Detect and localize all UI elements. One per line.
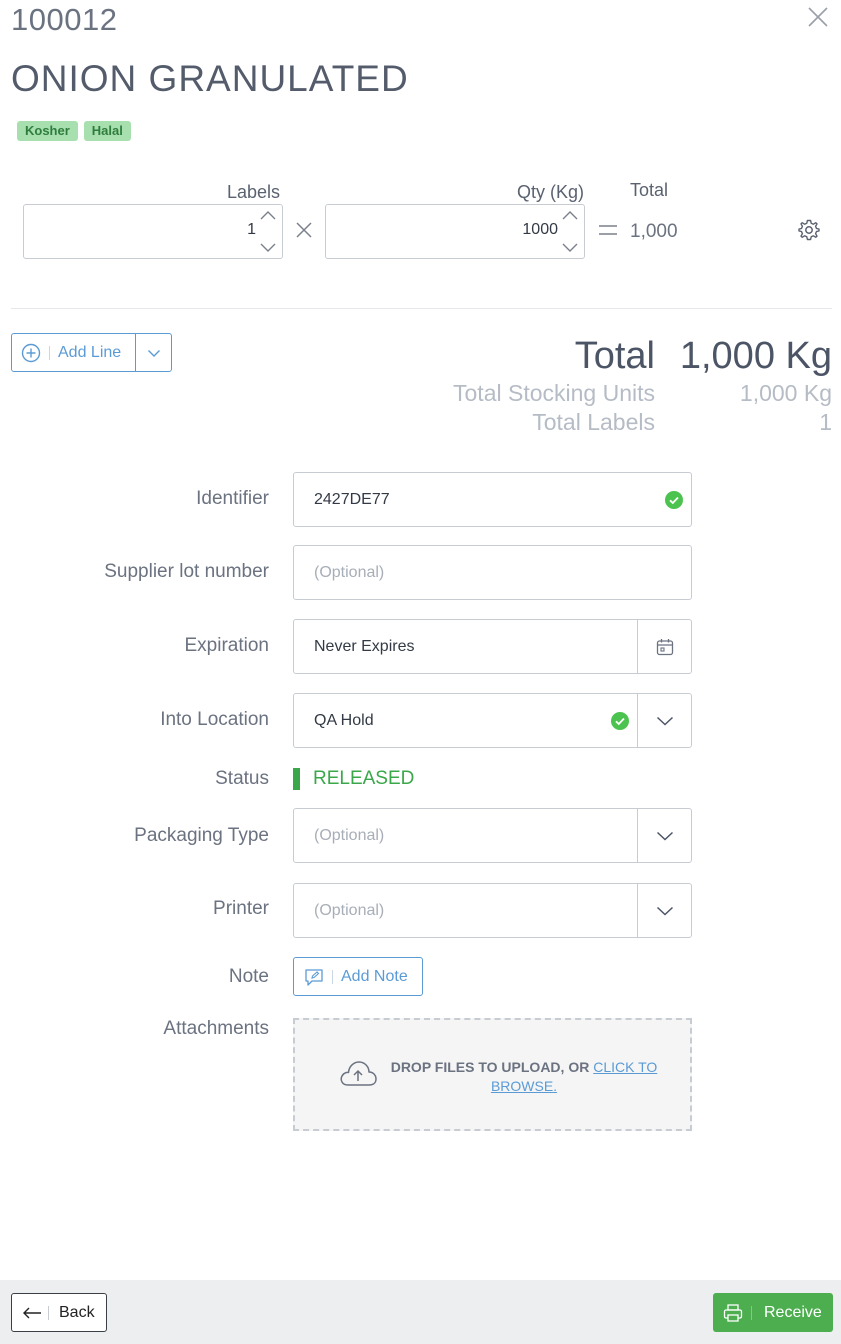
gear-icon[interactable] [797, 218, 821, 242]
back-button[interactable]: Back [11, 1293, 107, 1332]
tag-halal: Halal [83, 121, 131, 141]
into-location-dropdown-toggle[interactable] [637, 694, 691, 747]
decrement-icon[interactable] [561, 242, 579, 254]
printer-icon [723, 1303, 743, 1322]
tag-list: Kosher Halal [17, 121, 131, 141]
chevron-down-icon [656, 716, 673, 726]
check-circle-icon [611, 711, 629, 730]
identifier-value[interactable]: 2427DE77 [294, 491, 665, 509]
plus-circle-icon [21, 343, 41, 362]
identifier-label: Identifier [196, 488, 269, 509]
note-label: Note [228, 966, 269, 987]
status-indicator [293, 768, 300, 790]
divider [11, 308, 832, 309]
printer-label: Printer [213, 898, 269, 919]
cloud-upload-icon [340, 1061, 377, 1086]
note-edit-icon [305, 968, 323, 986]
attachments-label: Attachments [163, 1018, 269, 1039]
item-name: ONION GRANULATED [11, 58, 409, 99]
supplier-lot-placeholder[interactable]: (Optional) [294, 564, 691, 582]
separator [48, 1305, 49, 1320]
dropzone-text: DROP FILES TO UPLOAD, OR CLICK TO BROWSE… [384, 1058, 664, 1096]
dropzone-instruction: DROP FILES TO UPLOAD, OR [390, 1059, 590, 1075]
add-note-button[interactable]: Add Note [293, 957, 423, 996]
back-label: Back [59, 1303, 95, 1321]
tag-kosher: Kosher [17, 121, 78, 141]
add-line-button[interactable]: Add Line [12, 334, 135, 371]
printer-placeholder[interactable]: (Optional) [294, 902, 637, 920]
summary-total-label: Total [574, 335, 655, 377]
packaging-type-placeholder[interactable]: (Optional) [294, 827, 637, 845]
packaging-type-label: Packaging Type [134, 825, 269, 846]
add-line-label: Add Line [58, 343, 122, 361]
supplier-lot-field[interactable]: (Optional) [293, 545, 692, 600]
supplier-lot-label: Supplier lot number [104, 561, 269, 582]
calendar-icon [656, 638, 673, 655]
printer-dropdown-toggle[interactable] [637, 884, 691, 937]
expiration-field[interactable]: Never Expires [293, 619, 692, 674]
into-location-select[interactable]: QA Hold [293, 693, 692, 748]
multiply-icon [296, 222, 312, 238]
into-location-label: Into Location [160, 709, 269, 730]
increment-icon[interactable] [259, 209, 277, 221]
chevron-down-icon [656, 906, 673, 916]
summary-stocking-label: Total Stocking Units [453, 380, 655, 406]
qty-label: Qty (Kg) [517, 182, 585, 202]
add-line-split-button[interactable]: Add Line [11, 333, 172, 372]
receive-label: Receive [764, 1303, 822, 1321]
separator [751, 1305, 752, 1320]
into-location-value[interactable]: QA Hold [294, 712, 611, 730]
add-note-label: Add Note [341, 967, 408, 985]
identifier-field[interactable]: 2427DE77 [293, 472, 692, 527]
close-icon[interactable] [806, 5, 830, 29]
summary-total-value: 1,000 Kg [679, 335, 832, 377]
status-label: Status [215, 768, 269, 789]
summary-stocking-value: 1,000 Kg [739, 380, 832, 406]
separator [49, 345, 50, 360]
packaging-type-dropdown-toggle[interactable] [637, 809, 691, 862]
increment-icon[interactable] [561, 209, 579, 221]
add-line-dropdown-toggle[interactable] [135, 334, 171, 371]
summary-labels-label: Total Labels [532, 409, 655, 435]
arrow-left-icon [23, 1307, 41, 1318]
qty-stepper[interactable]: 1000 [325, 204, 585, 259]
labels-stepper[interactable]: 1 [23, 204, 283, 259]
expiration-value[interactable]: Never Expires [294, 638, 637, 656]
qty-value[interactable]: 1000 [522, 221, 558, 239]
labels-label: Labels [227, 182, 281, 202]
printer-select[interactable]: (Optional) [293, 883, 692, 938]
decrement-icon[interactable] [259, 242, 277, 254]
expiration-label: Expiration [184, 635, 270, 656]
summary-labels-value: 1 [819, 409, 832, 435]
status-value: RELEASED [313, 768, 415, 789]
separator [332, 969, 333, 984]
chevron-down-icon [656, 831, 673, 841]
labels-value[interactable]: 1 [247, 221, 256, 239]
item-code: 100012 [11, 2, 118, 37]
check-circle-icon [665, 490, 683, 509]
packaging-type-select[interactable]: (Optional) [293, 808, 692, 863]
date-picker-button[interactable] [637, 620, 691, 673]
receive-button[interactable]: Receive [713, 1293, 833, 1332]
chevron-down-icon [147, 349, 160, 357]
total-label: Total [630, 180, 669, 200]
equals-icon [599, 225, 617, 235]
total-value: 1,000 [630, 221, 678, 242]
file-dropzone[interactable]: DROP FILES TO UPLOAD, OR CLICK TO BROWSE… [293, 1018, 692, 1131]
